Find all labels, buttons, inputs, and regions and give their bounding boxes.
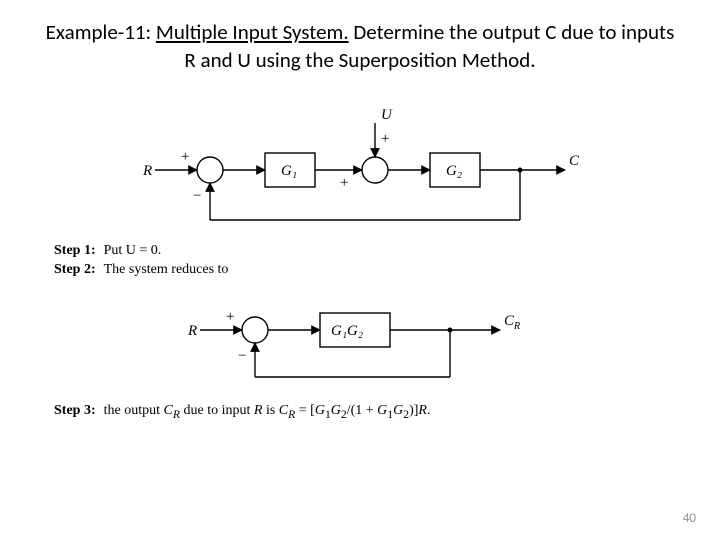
label-C: C	[569, 153, 580, 169]
step-3: Step 3: the output CR due to input R is …	[52, 401, 680, 424]
steps-1-2: Step 1: Put U = 0. Step 2: The system re…	[52, 241, 680, 281]
step3-label: Step 3:	[54, 403, 102, 422]
step1-text: Put U = 0.	[104, 243, 235, 260]
label2-G1G2: G₁G₂	[331, 323, 363, 339]
step3-text: the output CR due to input R is CR = [G1…	[104, 403, 437, 422]
label2-plus: +	[226, 309, 234, 325]
step2-label: Step 2:	[54, 262, 102, 279]
title-underlined: Multiple Input System.	[156, 19, 349, 45]
label-R: R	[142, 163, 152, 179]
title-prefix: Example-11:	[46, 19, 156, 45]
label-G2: G₂	[446, 163, 462, 179]
label-G1: G₁	[281, 163, 297, 179]
label2-CR: CR	[504, 313, 520, 332]
slide-title: Example-11: Multiple Input System. Deter…	[40, 18, 680, 75]
page-number: 40	[683, 511, 696, 526]
label-plus2: +	[340, 175, 348, 191]
step2-text: The system reduces to	[104, 262, 235, 279]
label-minus1: −	[193, 188, 201, 204]
block-diagram-1: R + − G₁ + U + G₂ C	[125, 105, 595, 235]
label2-R: R	[187, 323, 197, 339]
block-diagram-2: R + − G₁G₂ CR	[170, 295, 550, 395]
step1-label: Step 1:	[54, 243, 102, 260]
label2-minus: −	[238, 348, 246, 364]
label-plusU: +	[381, 131, 389, 147]
label-plus1: +	[181, 149, 189, 165]
label-U: U	[381, 107, 393, 123]
